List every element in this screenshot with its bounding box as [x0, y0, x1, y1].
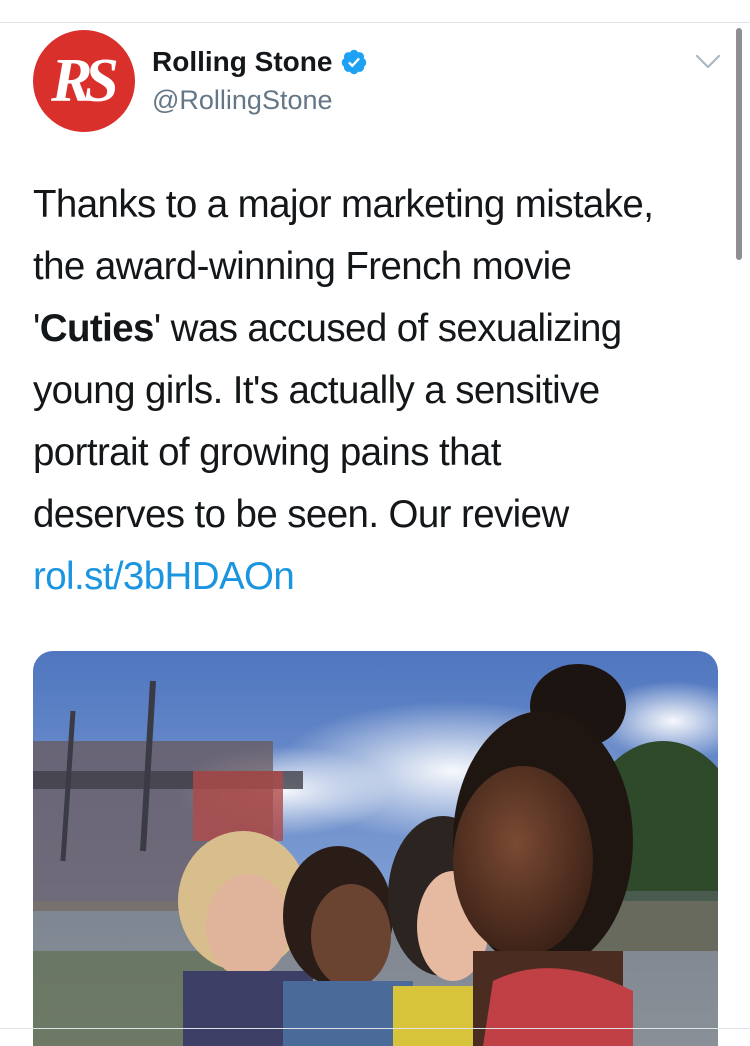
review-link[interactable]: rol.st/3bHDAOn [33, 546, 723, 608]
tweet-line: deserves to be seen. Our review [33, 493, 569, 536]
scrollbar[interactable] [736, 28, 742, 260]
tweet-line: 'Cuties' was accused of sexualizing [33, 298, 723, 360]
quote-mark: ' [33, 307, 40, 350]
tweet-line: the award-winning French movie [33, 245, 572, 288]
name-row: Rolling Stone [152, 44, 368, 80]
avatar-logo: RS [51, 47, 119, 115]
chevron-down-icon[interactable] [694, 52, 722, 72]
handle[interactable]: @RollingStone [152, 83, 333, 117]
tweet-text: Thanks to a major marketing mistake, the… [33, 174, 723, 608]
avatar[interactable]: RS [33, 30, 135, 132]
movie-still-image [33, 651, 718, 1046]
tweet-line: young girls. It's actually a sensitive [33, 369, 600, 412]
bottom-divider [0, 1028, 750, 1029]
top-divider [0, 22, 750, 23]
tweet-line-rest: ' was accused of sexualizing [153, 307, 622, 350]
display-name[interactable]: Rolling Stone [152, 44, 332, 80]
verified-badge-icon [342, 49, 367, 75]
tweet-media-image[interactable] [33, 651, 718, 1046]
movie-title: Cuties [39, 307, 155, 350]
tweet-line: portrait of growing pains that [33, 431, 501, 474]
tweet-line: Thanks to a major marketing mistake, [33, 183, 654, 226]
